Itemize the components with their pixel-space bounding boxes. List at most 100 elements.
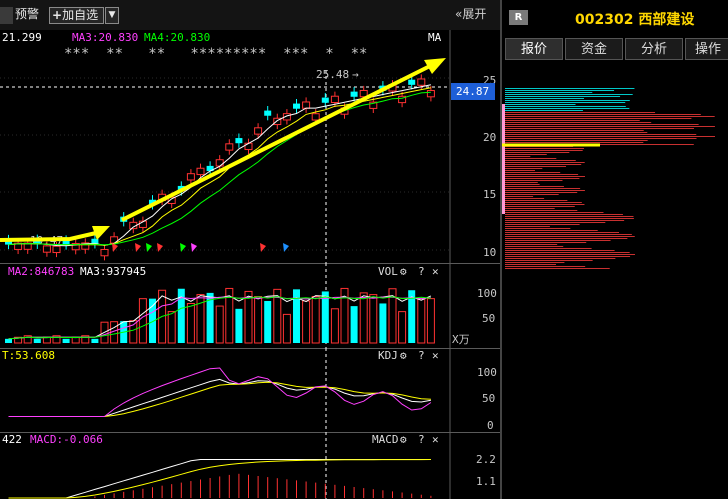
help-icon[interactable]: ? bbox=[418, 349, 425, 362]
volume-bar bbox=[62, 338, 70, 343]
profile-bar bbox=[505, 236, 635, 237]
profile-bar bbox=[505, 154, 547, 155]
profile-bar bbox=[505, 268, 610, 269]
peak-price-label: 25.48 bbox=[316, 68, 349, 81]
macd-chart[interactable]: 422 MACD:-0.066 MACD ⚙ ? ✕ 2.2 1.1 bbox=[0, 432, 500, 499]
trend-arrow-main bbox=[121, 63, 433, 222]
volume-bar bbox=[321, 291, 329, 343]
profile-bar bbox=[505, 182, 538, 183]
candle bbox=[244, 142, 253, 151]
profile-bar bbox=[505, 220, 625, 221]
volume-profile-bars bbox=[505, 88, 715, 269]
profile-bar bbox=[505, 192, 578, 193]
candle bbox=[100, 248, 109, 257]
expand-button[interactable]: «展开 bbox=[455, 7, 486, 24]
profile-bar bbox=[505, 170, 535, 171]
add-watchlist-button[interactable]: +加自选 bbox=[49, 7, 104, 24]
kdj-line bbox=[8, 367, 432, 417]
profile-bar bbox=[505, 180, 563, 181]
gear-icon[interactable]: ⚙ bbox=[400, 349, 407, 362]
profile-bar bbox=[505, 266, 586, 267]
price-axis: 25 20 15 10 bbox=[483, 74, 496, 259]
macd-tick-2-2: 2.2 bbox=[476, 453, 496, 466]
candle bbox=[42, 245, 51, 253]
gear-icon[interactable]: ⚙ bbox=[400, 433, 407, 446]
profile-bar bbox=[505, 242, 587, 243]
kdj-tick-100: 100 bbox=[477, 366, 497, 379]
profile-bar bbox=[505, 138, 697, 139]
help-icon[interactable]: ? bbox=[418, 433, 425, 446]
profile-bar bbox=[505, 200, 568, 201]
vol-unit: X万 bbox=[452, 333, 470, 346]
macd-title: MACD bbox=[372, 433, 399, 446]
tab-funds[interactable]: 资金 bbox=[565, 38, 623, 60]
volume-bar bbox=[33, 338, 41, 343]
profile-bar bbox=[505, 156, 531, 157]
candle bbox=[264, 110, 272, 116]
profile-bar bbox=[505, 214, 623, 215]
profile-bar bbox=[505, 106, 626, 107]
candle bbox=[350, 91, 358, 97]
plus-icon: + bbox=[52, 8, 63, 22]
close-icon[interactable]: ✕ bbox=[432, 349, 439, 362]
volume-bar bbox=[91, 338, 99, 343]
price-tick-15: 15 bbox=[483, 188, 496, 201]
stock-title: 002302 西部建设 bbox=[575, 12, 695, 28]
alert-button[interactable]: 预警 bbox=[15, 7, 39, 24]
profile-bar bbox=[505, 196, 534, 197]
macd-dif-label: 422 bbox=[2, 433, 22, 446]
profile-bar bbox=[505, 212, 604, 213]
profile-bar bbox=[505, 88, 635, 89]
profile-bar bbox=[505, 244, 558, 245]
profile-bar bbox=[505, 110, 583, 111]
profile-bar bbox=[505, 246, 564, 247]
vol-ma2-label: MA2:846783 bbox=[8, 265, 74, 278]
profile-bar bbox=[505, 260, 593, 261]
close-icon[interactable]: ✕ bbox=[432, 265, 439, 278]
profile-bar bbox=[505, 98, 584, 99]
candlestick-chart[interactable]: 21.299 MA3:20.830 MA4:20.830 MA *** ** *… bbox=[0, 30, 500, 263]
profile-bar bbox=[505, 198, 545, 199]
volume-bar bbox=[186, 302, 195, 344]
volume-bar bbox=[167, 311, 176, 344]
profile-bar bbox=[505, 134, 697, 135]
profile-bar bbox=[505, 258, 616, 259]
tab-quote[interactable]: 报价 bbox=[505, 38, 563, 60]
profile-bar bbox=[505, 252, 630, 253]
volume-chart[interactable]: MA2:846783 MA3:937945 VOL ⚙ ? ✕ 100 50 X… bbox=[0, 263, 500, 348]
price-tick-20: 20 bbox=[483, 131, 496, 144]
tab-operate[interactable]: 操作 bbox=[685, 38, 728, 60]
profile-bar bbox=[505, 264, 556, 265]
profile-bar bbox=[505, 218, 634, 219]
profile-bar bbox=[505, 162, 585, 163]
vol-ma3-label: MA3:937945 bbox=[80, 265, 146, 278]
profile-bar bbox=[505, 166, 567, 167]
volume-bar bbox=[282, 313, 291, 344]
profile-bar bbox=[505, 126, 715, 127]
volume-bar bbox=[264, 300, 272, 343]
candle bbox=[311, 113, 320, 121]
volume-bar bbox=[42, 336, 51, 344]
profile-bar bbox=[505, 194, 559, 195]
profile-bar bbox=[505, 152, 570, 153]
profile-bar bbox=[505, 150, 583, 151]
candle bbox=[235, 138, 243, 144]
watchlist-dropdown-button[interactable]: ▼ bbox=[105, 7, 119, 24]
volume-bar bbox=[244, 290, 253, 344]
profile-bar bbox=[505, 256, 631, 257]
candle bbox=[408, 79, 416, 85]
tab-analysis[interactable]: 分析 bbox=[625, 38, 683, 60]
candle bbox=[196, 167, 205, 176]
toolbar-left-button[interactable] bbox=[0, 7, 13, 24]
profile-bar bbox=[505, 114, 701, 115]
profile-bar bbox=[505, 176, 585, 177]
profile-bar bbox=[505, 96, 621, 97]
ma-label-1: 21.299 bbox=[2, 31, 42, 44]
candle bbox=[186, 173, 195, 181]
gear-icon[interactable]: ⚙ bbox=[400, 265, 407, 278]
help-icon[interactable]: ? bbox=[418, 265, 425, 278]
candle bbox=[254, 127, 263, 135]
close-icon[interactable]: ✕ bbox=[432, 433, 439, 446]
candle bbox=[215, 159, 224, 167]
kdj-chart[interactable]: T:53.608 KDJ ⚙ ? ✕ 100 50 0 bbox=[0, 348, 500, 432]
